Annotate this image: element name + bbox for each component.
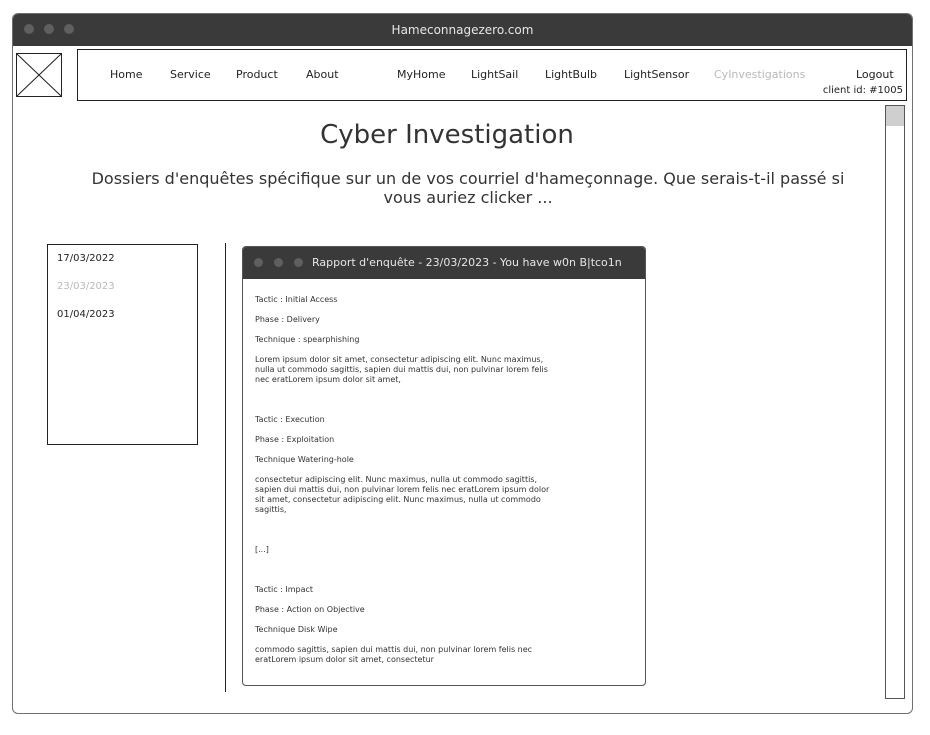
date-item[interactable]: 01/04/2023 [57, 309, 115, 320]
nav-lightsensor-link[interactable]: LightSensor [624, 68, 689, 81]
page-title: Cyber Investigation [320, 120, 574, 150]
report-ellipsis: [...] [255, 545, 269, 554]
window-titlebar: Hameconnagezero.com [13, 14, 912, 46]
report-window: Rapport d'enquête - 23/03/2023 - You hav… [242, 246, 646, 686]
nav-about-link[interactable]: About [306, 68, 339, 81]
report-tactic: Tactic : Impact [255, 585, 314, 594]
report-paragraph: commodo sagittis, sapien dui mattis dui,… [255, 645, 533, 664]
nav-lightsail-link[interactable]: LightSail [471, 68, 518, 81]
report-tactic: Tactic : Execution [255, 415, 325, 424]
logout-link[interactable]: Logout [856, 68, 894, 81]
nav-myhome-link[interactable]: MyHome [397, 68, 446, 81]
report-technique: Technique : spearphishing [255, 335, 360, 344]
client-id-label: client id: #1005 [822, 85, 903, 96]
report-tactic: Tactic : Initial Access [255, 295, 338, 304]
logo-placeholder-icon[interactable] [16, 53, 62, 97]
report-technique: Technique Watering-hole [255, 455, 354, 464]
report-titlebar: Rapport d'enquête - 23/03/2023 - You hav… [243, 247, 645, 279]
report-technique: Technique Disk Wipe [255, 625, 338, 634]
date-item-selected[interactable]: 23/03/2023 [57, 281, 115, 292]
report-phase: Phase : Action on Objective [255, 605, 365, 614]
browser-window: Hameconnagezero.com Home Service Product… [12, 13, 913, 714]
nav-product-link[interactable]: Product [236, 68, 278, 81]
nav-home-link[interactable]: Home [110, 68, 142, 81]
report-close-dot[interactable] [254, 258, 263, 267]
vertical-divider [225, 243, 226, 692]
nav-cyinvestigations-link: CyInvestigations [714, 68, 806, 81]
page-subtitle: Dossiers d'enquêtes spécifique sur un de… [91, 169, 845, 207]
nav-lightbulb-link[interactable]: LightBulb [545, 68, 597, 81]
report-title: Rapport d'enquête - 23/03/2023 - You hav… [312, 256, 622, 269]
report-body: Tactic : Initial Access Phase : Delivery… [255, 295, 565, 675]
report-phase: Phase : Exploitation [255, 435, 335, 444]
date-item[interactable]: 17/03/2022 [57, 253, 115, 264]
report-paragraph: consectetur adipiscing elit. Nunc maximu… [255, 475, 550, 514]
nav-service-link[interactable]: Service [170, 68, 211, 81]
report-maximize-dot[interactable] [294, 258, 303, 267]
report-phase: Phase : Delivery [255, 315, 320, 324]
report-paragraph: Lorem ipsum dolor sit amet, consectetur … [255, 355, 548, 384]
top-navigation: Home Service Product About MyHome LightS… [77, 49, 907, 101]
vertical-scrollbar[interactable] [885, 105, 905, 699]
window-title: Hameconnagezero.com [391, 23, 534, 37]
investigation-date-list: 17/03/2022 23/03/2023 01/04/2023 [47, 244, 198, 445]
report-minimize-dot[interactable] [274, 258, 283, 267]
scrollbar-thumb[interactable] [886, 106, 904, 126]
